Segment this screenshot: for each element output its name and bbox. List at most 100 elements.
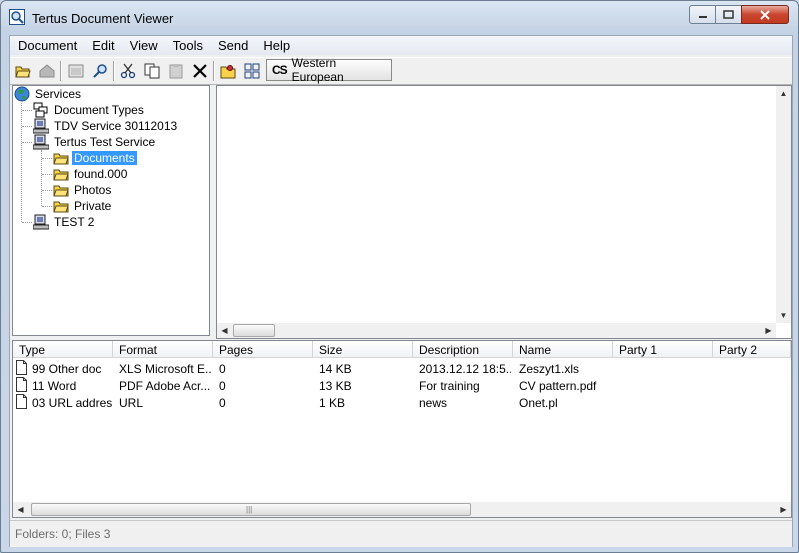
arrow-left-icon: ◀ <box>17 505 24 514</box>
tree-item-tdv-service[interactable]: TDV Service 30112013 <box>33 118 179 134</box>
tree-item-label: Document Types <box>54 103 144 117</box>
viewer-vertical-scrollbar[interactable] <box>776 86 791 323</box>
folder-properties-button[interactable] <box>218 61 238 81</box>
cell-size: 13 KB <box>319 379 352 393</box>
app-window: Tertus Document Viewer Document Edit Vie… <box>0 0 799 553</box>
folder-icon <box>53 150 69 166</box>
search-icon <box>93 64 107 78</box>
document-types-icon <box>33 102 49 118</box>
copy-icon <box>144 63 160 79</box>
table-row[interactable]: 99 Other doc XLS Microsoft E... 0 14 KB … <box>13 360 791 377</box>
folder-icon <box>53 182 69 198</box>
paste-icon <box>169 64 183 79</box>
computer-icon <box>33 118 49 134</box>
window-view-button[interactable] <box>66 61 86 81</box>
tree-guide-line <box>42 174 52 175</box>
menu-send[interactable]: Send <box>210 36 255 55</box>
folder-icon <box>53 198 69 214</box>
tree-item-tertus-test-service[interactable]: Tertus Test Service <box>33 134 157 150</box>
table-row[interactable]: 11 Word PDF Adobe Acr... 0 13 KB For tra… <box>13 377 791 394</box>
scroll-left-button[interactable]: ◀ <box>13 502 28 517</box>
column-header-name[interactable]: Name <box>513 341 613 358</box>
paste-button[interactable] <box>166 61 186 81</box>
menu-help[interactable]: Help <box>255 36 297 55</box>
maximize-button[interactable] <box>715 5 742 24</box>
scissors-icon <box>120 63 136 79</box>
close-icon <box>760 9 770 20</box>
open-folder-button[interactable] <box>13 61 33 81</box>
charset-button[interactable]: CS Western European <box>266 56 392 84</box>
scroll-right-button[interactable]: ▶ <box>761 323 776 338</box>
column-header-type[interactable]: Type <box>13 341 113 358</box>
cell-format: PDF Adobe Acr... <box>119 379 211 393</box>
menu-view[interactable]: View <box>122 36 165 55</box>
delete-button[interactable] <box>190 61 210 81</box>
document-viewer-pane[interactable]: ▲ ▼ ◀ ▶ <box>216 85 792 339</box>
tree-guide-line <box>42 190 52 191</box>
menu-document[interactable]: Document <box>10 36 84 55</box>
column-header-pages[interactable]: Pages <box>213 341 313 358</box>
home-icon <box>39 64 55 78</box>
minimize-button[interactable] <box>689 5 716 24</box>
cell-size: 1 KB <box>319 396 346 410</box>
filelist-horizontal-thumb[interactable]: ||| <box>31 503 471 516</box>
grip-icon: ||| <box>246 505 253 514</box>
computer-icon <box>33 214 49 230</box>
tree-guide-line <box>42 158 52 159</box>
close-button[interactable] <box>741 5 789 24</box>
cell-name: Zeszyt1.xls <box>519 362 580 376</box>
tree-item-services[interactable]: Services <box>14 86 83 102</box>
scroll-right-button[interactable]: ▶ <box>776 502 791 517</box>
tree-item-document-types[interactable]: Document Types <box>33 102 146 118</box>
column-header-party-1[interactable]: Party 1 <box>613 341 713 358</box>
viewer-horizontal-thumb[interactable] <box>233 324 275 337</box>
delete-x-icon <box>193 64 207 78</box>
copy-button[interactable] <box>142 61 162 81</box>
cell-size: 14 KB <box>319 362 352 376</box>
arrow-right-icon: ▶ <box>780 505 787 514</box>
tree-guide-line <box>22 142 32 143</box>
charset-label: Western European <box>291 56 344 84</box>
up-level-button[interactable] <box>37 61 57 81</box>
title-bar[interactable]: Tertus Document Viewer <box>1 1 798 35</box>
viewer-horizontal-scrollbar[interactable] <box>217 323 776 338</box>
cell-format: URL <box>119 396 144 410</box>
tree-guide-line <box>42 206 52 207</box>
column-header-format[interactable]: Format <box>113 341 213 358</box>
arrow-down-icon: ▼ <box>779 311 788 320</box>
column-header-size[interactable]: Size <box>313 341 413 358</box>
tree-item-label: Tertus Test Service <box>54 135 156 149</box>
tree-item-private[interactable]: Private <box>53 198 113 214</box>
file-list: Type Format Pages Size Description Name … <box>12 340 792 518</box>
tree-item-label: Documents <box>72 151 137 165</box>
cell-description: news <box>419 396 448 410</box>
scroll-up-button[interactable]: ▲ <box>776 86 791 101</box>
table-row[interactable]: 03 URL address URL 0 1 KB news Onet.pl <box>13 394 791 411</box>
menu-edit[interactable]: Edit <box>84 36 121 55</box>
scroll-left-button[interactable]: ◀ <box>217 323 232 338</box>
window-view-icon <box>68 64 84 78</box>
cell-name: CV pattern.pdf <box>519 379 597 393</box>
cell-type: 99 Other doc <box>32 362 102 376</box>
cell-description: For training <box>419 379 480 393</box>
app-magnifier-icon <box>9 9 25 25</box>
scroll-down-button[interactable]: ▼ <box>776 308 791 323</box>
toolbar-separator <box>213 61 215 81</box>
computer-icon <box>33 134 49 150</box>
column-header-party-2[interactable]: Party 2 <box>713 341 791 358</box>
search-button[interactable] <box>90 61 110 81</box>
barcode-button[interactable] <box>242 61 262 81</box>
tree-item-test-2[interactable]: TEST 2 <box>33 214 96 230</box>
tree-item-documents[interactable]: Documents <box>53 150 137 166</box>
client-area: Document Edit View Tools Send Help CS We… <box>9 35 793 547</box>
menu-tools[interactable]: Tools <box>165 36 210 55</box>
tree-guide-line <box>22 222 32 223</box>
tree-item-photos[interactable]: Photos <box>53 182 113 198</box>
column-header-description[interactable]: Description <box>413 341 513 358</box>
document-icon <box>16 394 27 409</box>
cell-type: 11 Word <box>32 379 77 393</box>
tree-item-found-000[interactable]: found.000 <box>53 166 129 182</box>
toolbar: CS Western European <box>10 56 792 85</box>
cut-button[interactable] <box>118 61 138 81</box>
arrow-right-icon: ▶ <box>765 326 772 335</box>
